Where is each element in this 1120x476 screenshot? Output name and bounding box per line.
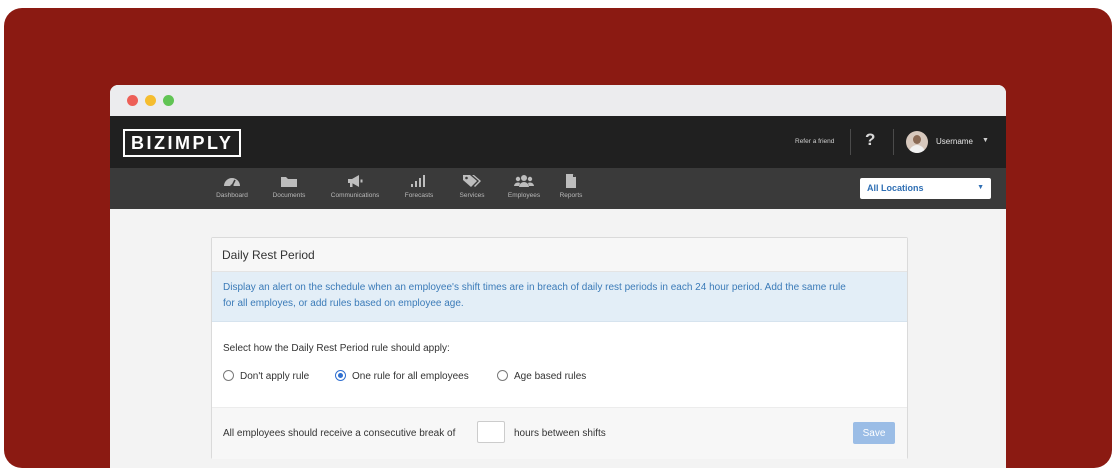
info-banner: Display an alert on the schedule when an… bbox=[212, 272, 907, 322]
nav-label: Communications bbox=[330, 192, 380, 199]
nav-label: Documents bbox=[272, 192, 306, 199]
username-menu[interactable]: Username bbox=[936, 137, 973, 146]
topbar-divider bbox=[850, 129, 851, 155]
avatar[interactable] bbox=[906, 131, 928, 153]
location-select-value: All Locations bbox=[867, 183, 924, 193]
dashboard-icon bbox=[224, 178, 240, 188]
refer-a-friend-link[interactable]: Refer a friend bbox=[795, 138, 834, 145]
nav-label: Dashboard bbox=[216, 192, 248, 199]
browser-window: BIZIMPLY Refer a friend ? Username ▼ Das… bbox=[110, 85, 1006, 468]
radio-label: Age based rules bbox=[514, 371, 587, 382]
nav-label: Reports bbox=[559, 192, 583, 199]
minimize-window-button[interactable] bbox=[145, 95, 156, 106]
radio-circle[interactable] bbox=[497, 370, 508, 381]
radio-label: One rule for all employees bbox=[352, 371, 469, 382]
nav-item-documents[interactable]: Documents bbox=[257, 174, 321, 199]
close-window-button[interactable] bbox=[127, 95, 138, 106]
radio-circle[interactable] bbox=[223, 370, 234, 381]
chevron-down-icon[interactable]: ▼ bbox=[982, 137, 989, 144]
rule-question: Select how the Daily Rest Period rule sh… bbox=[223, 343, 450, 354]
daily-rest-period-card: Daily Rest Period Display an alert on th… bbox=[211, 237, 908, 459]
main-nav: Dashboard Documents Communications Forec… bbox=[110, 168, 1006, 209]
nav-item-communications[interactable]: Communications bbox=[323, 174, 387, 199]
users-icon bbox=[514, 175, 534, 187]
info-text-line: Display an alert on the schedule when an… bbox=[223, 282, 846, 293]
card-header: Daily Rest Period bbox=[212, 238, 907, 272]
chevron-down-icon: ▼ bbox=[977, 184, 984, 191]
card-title: Daily Rest Period bbox=[222, 248, 315, 262]
radio-circle-selected[interactable] bbox=[335, 370, 346, 381]
help-icon[interactable]: ? bbox=[865, 130, 875, 150]
signal-bars-icon bbox=[411, 175, 425, 187]
document-icon bbox=[566, 174, 576, 188]
page-content: Daily Rest Period Display an alert on th… bbox=[110, 209, 1006, 468]
topbar-divider bbox=[893, 129, 894, 155]
tags-icon bbox=[463, 175, 481, 187]
radio-dont-apply-rule[interactable]: Don't apply rule bbox=[223, 370, 309, 382]
break-settings-row: All employees should receive a consecuti… bbox=[212, 407, 907, 459]
folder-icon bbox=[281, 177, 297, 187]
radio-one-rule-for-all[interactable]: One rule for all employees bbox=[335, 370, 469, 382]
break-hours-input[interactable] bbox=[477, 421, 505, 443]
location-select[interactable]: All Locations ▼ bbox=[860, 178, 991, 199]
bizimply-logo[interactable]: BIZIMPLY bbox=[123, 129, 242, 157]
info-text-line: for all employes, or add rules based on … bbox=[223, 298, 464, 309]
break-suffix-text: hours between shifts bbox=[514, 428, 606, 439]
save-button[interactable]: Save bbox=[853, 422, 895, 444]
zoom-window-button[interactable] bbox=[163, 95, 174, 106]
nav-item-reports[interactable]: Reports bbox=[539, 174, 603, 199]
app-topbar: BIZIMPLY Refer a friend ? Username ▼ bbox=[110, 116, 1006, 168]
nav-item-dashboard[interactable]: Dashboard bbox=[200, 174, 264, 199]
radio-label: Don't apply rule bbox=[240, 371, 310, 382]
window-titlebar bbox=[110, 85, 1006, 116]
megaphone-icon bbox=[348, 175, 363, 187]
background-frame: BIZIMPLY Refer a friend ? Username ▼ Das… bbox=[4, 8, 1112, 468]
radio-age-based-rules[interactable]: Age based rules bbox=[497, 370, 586, 382]
break-prefix-text: All employees should receive a consecuti… bbox=[223, 428, 456, 439]
